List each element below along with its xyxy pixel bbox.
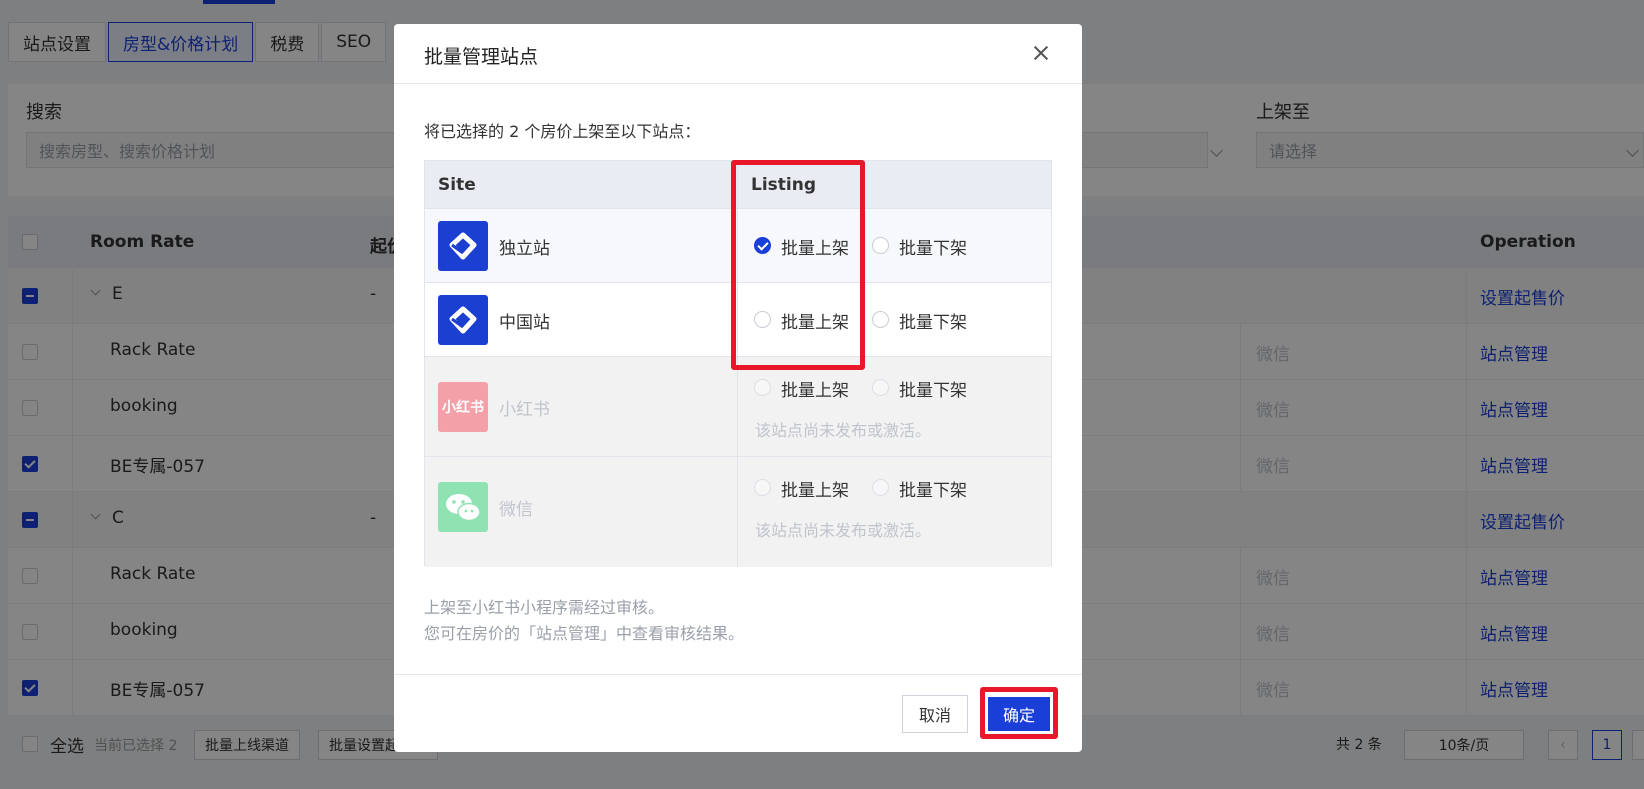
list-on-radio [754, 379, 771, 396]
dialog-footer: 取消 确定 [394, 674, 1082, 752]
site-row-wechat: 微信 批量上架 批量下架 该站点尚未发布或激活。 [425, 457, 1051, 567]
list-off-radio[interactable] [872, 311, 889, 328]
review-hint-line1: 上架至小红书小程序需经过审核。 [424, 598, 665, 617]
cancel-button[interactable]: 取消 [902, 695, 968, 733]
list-off-label[interactable]: 批量下架 [899, 234, 967, 259]
dialog-header: 批量管理站点 [394, 24, 1082, 84]
col-site: Site [438, 175, 476, 195]
wechat-logo [438, 482, 488, 532]
site-name: 微信 [499, 500, 533, 520]
column-divider [737, 457, 738, 567]
batch-manage-sites-dialog: 批量管理站点 将已选择的 2 个房价上架至以下站点： Site Listing … [394, 24, 1082, 752]
list-off-radio [872, 379, 889, 396]
site-row-xiaohongshu: 小红书 小红书 批量上架 批量下架 该站点尚未发布或激活。 [425, 357, 1051, 457]
site-not-active-note: 该站点尚未发布或激活。 [755, 421, 932, 440]
independent-site-logo [438, 221, 488, 271]
column-divider [737, 357, 738, 456]
list-on-radio [754, 479, 771, 496]
list-off-label: 批量下架 [899, 481, 967, 501]
site-name: 独立站 [499, 239, 550, 259]
site-name: 小红书 [499, 400, 550, 420]
dialog-title: 批量管理站点 [424, 46, 539, 68]
close-icon[interactable] [1030, 42, 1052, 64]
list-on-label: 批量上架 [781, 381, 849, 401]
site-not-active-note: 该站点尚未发布或激活。 [755, 521, 932, 540]
dialog-description: 将已选择的 2 个房价上架至以下站点： [424, 122, 701, 141]
review-hint-line2: 您可在房价的「站点管理」中查看审核结果。 [424, 624, 745, 643]
highlight-box-listing [731, 160, 865, 370]
list-off-label: 批量下架 [899, 381, 967, 401]
list-off-label[interactable]: 批量下架 [899, 308, 967, 333]
highlight-box-confirm [980, 687, 1058, 739]
list-on-label: 批量上架 [781, 481, 849, 501]
list-off-radio [872, 479, 889, 496]
china-site-logo [438, 295, 488, 345]
xiaohongshu-logo: 小红书 [438, 382, 488, 432]
list-off-radio[interactable] [872, 237, 889, 254]
site-name: 中国站 [499, 313, 550, 333]
